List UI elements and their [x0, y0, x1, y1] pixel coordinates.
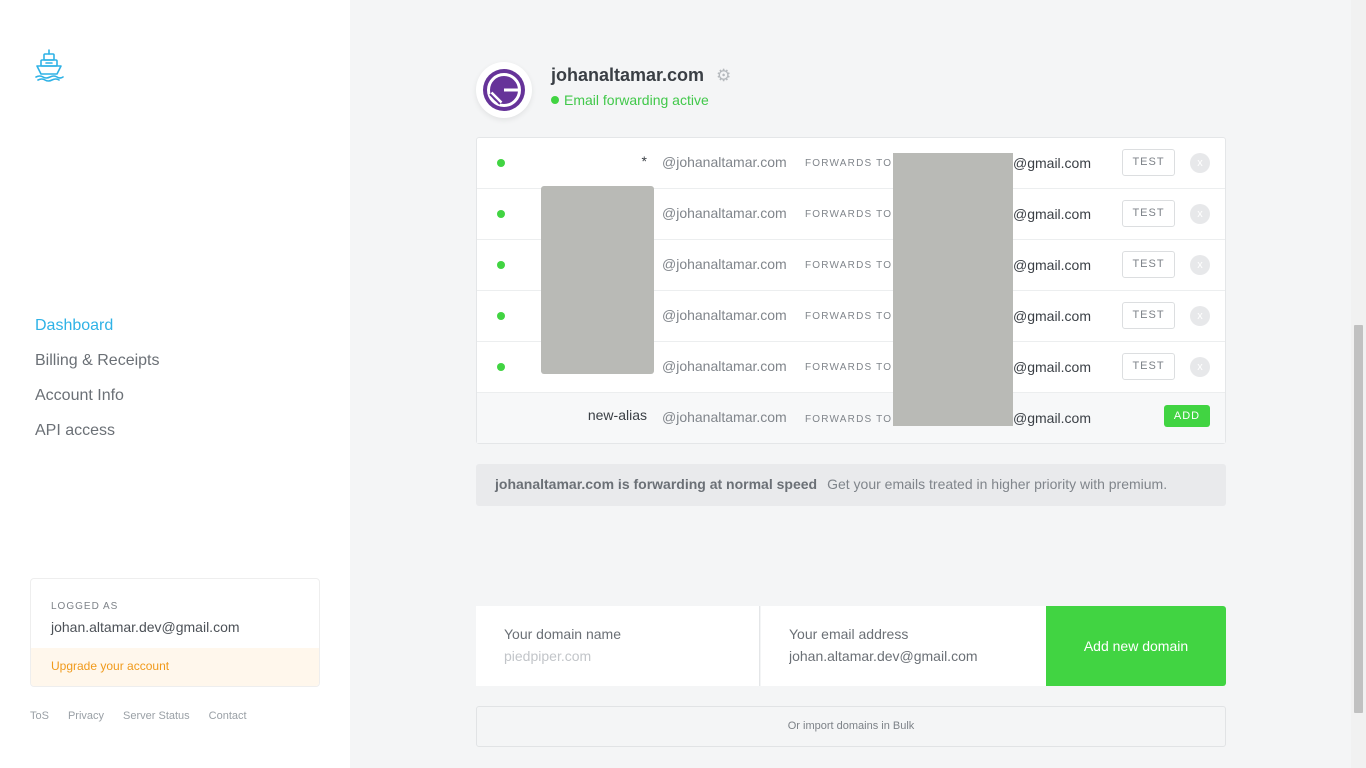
sidebar: Dashboard Billing & Receipts Account Inf… [0, 0, 350, 768]
email-address-field: Your email address [761, 606, 1046, 686]
delete-alias-button[interactable]: x [1190, 255, 1210, 275]
forwards-to-label: FORWARDS TO [805, 260, 893, 271]
gear-icon[interactable]: ⚙ [716, 67, 734, 85]
email-address-label: Your email address [789, 626, 909, 642]
import-bulk-button[interactable]: Or import domains in Bulk [476, 706, 1226, 747]
forward-target-input[interactable]: @gmail.com [1013, 410, 1091, 426]
add-domain-form: Your domain name Your email address Add … [476, 606, 1226, 686]
logged-email: johan.altamar.dev@gmail.com [51, 619, 240, 635]
account-card: LOGGED AS johan.altamar.dev@gmail.com Up… [30, 578, 320, 687]
email-address-input[interactable] [789, 648, 1019, 664]
add-new-domain-button[interactable]: Add new domain [1046, 606, 1226, 686]
alias-domain: @johanaltamar.com [662, 307, 787, 323]
logged-as-label: LOGGED AS [51, 601, 119, 612]
delete-alias-button[interactable]: x [1190, 306, 1210, 326]
alias-domain: @johanaltamar.com [662, 358, 787, 374]
active-dot [497, 312, 505, 320]
domain-avatar [476, 62, 532, 118]
speed-notice-title: johanaltamar.com is forwarding at normal… [495, 476, 818, 492]
forward-target[interactable]: @gmail.com [1013, 308, 1091, 324]
active-dot [497, 261, 505, 269]
alias-domain: @johanaltamar.com [662, 154, 787, 170]
redacted-block [541, 186, 654, 374]
gatsby-logo-icon [483, 69, 525, 111]
active-dot [497, 159, 505, 167]
nav-item-billing[interactable]: Billing & Receipts [35, 343, 160, 378]
alias-domain: @johanaltamar.com [662, 256, 787, 272]
add-alias-button[interactable]: ADD [1164, 405, 1210, 427]
test-button[interactable]: TEST [1122, 200, 1175, 227]
alias-domain: @johanaltamar.com [662, 205, 787, 221]
forwards-to-label: FORWARDS TO [805, 209, 893, 220]
forward-target[interactable]: @gmail.com [1013, 257, 1091, 273]
upgrade-account-link[interactable]: Upgrade your account [31, 648, 319, 686]
sidebar-nav: Dashboard Billing & Receipts Account Inf… [35, 308, 160, 448]
domain-title: johanaltamar.com [551, 65, 705, 85]
forward-target[interactable]: @gmail.com [1013, 155, 1091, 171]
footer-link-tos[interactable]: ToS [30, 710, 49, 722]
test-button[interactable]: TEST [1122, 302, 1175, 329]
footer-link-privacy[interactable]: Privacy [68, 710, 104, 722]
footer-link-contact[interactable]: Contact [209, 710, 247, 722]
ship-icon[interactable] [33, 48, 65, 82]
domain-name-input[interactable] [504, 648, 734, 664]
nav-item-api-access[interactable]: API access [35, 413, 160, 448]
forward-target[interactable]: @gmail.com [1013, 359, 1091, 375]
forwards-to-label: FORWARDS TO [805, 414, 893, 425]
forward-target[interactable]: @gmail.com [1013, 206, 1091, 222]
alias-row: * @johanaltamar.com FORWARDS TO @gmail.c… [477, 138, 1225, 189]
speed-notice: johanaltamar.com is forwarding at normal… [476, 464, 1226, 506]
delete-alias-button[interactable]: x [1190, 204, 1210, 224]
active-dot [497, 363, 505, 371]
forwarding-status: Email forwarding active [551, 92, 709, 108]
forwards-to-label: FORWARDS TO [805, 362, 893, 373]
domain-name-label: Your domain name [504, 626, 622, 642]
status-dot [551, 96, 559, 104]
nav-item-dashboard[interactable]: Dashboard [35, 308, 160, 343]
speed-notice-text[interactable]: Get your emails treated in higher priori… [827, 476, 1167, 492]
test-button[interactable]: TEST [1122, 251, 1175, 278]
footer-link-server-status[interactable]: Server Status [123, 710, 190, 722]
redacted-block [893, 153, 1013, 426]
forwards-to-label: FORWARDS TO [805, 311, 893, 322]
footer-links: ToS Privacy Server Status Contact [30, 710, 247, 722]
delete-alias-button[interactable]: x [1190, 153, 1210, 173]
test-button[interactable]: TEST [1122, 353, 1175, 380]
new-alias-input[interactable] [517, 407, 647, 423]
new-alias-row: @johanaltamar.com FORWARDS TO @gmail.com… [477, 393, 1225, 443]
domain-name-field: Your domain name [476, 606, 760, 686]
scrollbar-thumb[interactable] [1354, 325, 1363, 713]
alias-name[interactable]: * [642, 153, 647, 169]
scrollbar[interactable] [1351, 0, 1366, 768]
active-dot [497, 210, 505, 218]
test-button[interactable]: TEST [1122, 149, 1175, 176]
forwards-to-label: FORWARDS TO [805, 158, 893, 169]
delete-alias-button[interactable]: x [1190, 357, 1210, 377]
alias-domain: @johanaltamar.com [662, 409, 787, 425]
forwarding-status-text: Email forwarding active [564, 92, 709, 108]
nav-item-account-info[interactable]: Account Info [35, 378, 160, 413]
